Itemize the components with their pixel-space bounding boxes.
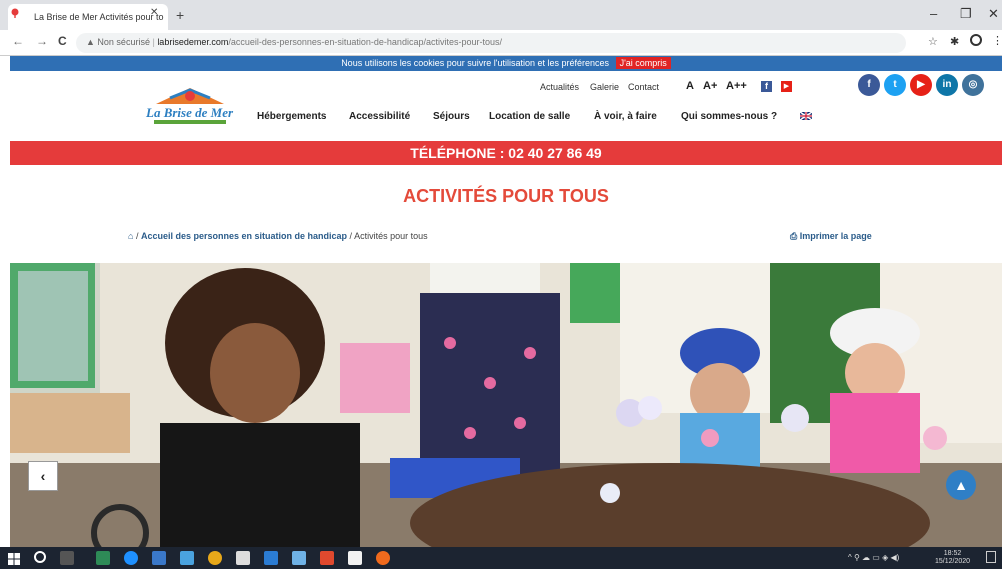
- warning-icon: ▲: [86, 37, 98, 47]
- windows-start-icon[interactable]: [8, 552, 20, 565]
- extensions-icon[interactable]: ✱: [950, 35, 959, 48]
- app-icon-6[interactable]: [348, 551, 362, 565]
- browser-tab[interactable]: La Brise de Mer Activités pour to: [8, 4, 168, 30]
- nav-a-voir-a-faire[interactable]: À voir, à faire: [594, 111, 657, 122]
- home-icon[interactable]: ⌂: [128, 231, 133, 241]
- font-size-large[interactable]: A+: [703, 80, 717, 92]
- app-icon-1[interactable]: [96, 551, 110, 565]
- profile-icon[interactable]: [970, 34, 982, 46]
- uk-flag-icon[interactable]: [800, 112, 812, 120]
- youtube-small-icon[interactable]: ▶: [781, 81, 792, 92]
- system-tray[interactable]: ^ ⚲ ☁ ▭ ◈ ◀): [848, 553, 899, 562]
- scroll-top-button[interactable]: ▲: [946, 470, 976, 500]
- menu-icon[interactable]: ⋮: [992, 34, 1002, 47]
- minimize-button[interactable]: –: [930, 6, 937, 21]
- close-tab-icon[interactable]: ✕: [150, 7, 158, 18]
- nav-actualites[interactable]: Actualités: [540, 82, 579, 92]
- page-title: ACTIVITÉS POUR TOUS: [403, 186, 609, 206]
- maximize-button[interactable]: ❐: [960, 6, 972, 22]
- hero-photo: [10, 263, 1002, 547]
- forward-button[interactable]: →: [36, 34, 48, 48]
- breadcrumb-parent[interactable]: Accueil des personnes en situation de ha…: [141, 231, 347, 241]
- facebook-small-icon[interactable]: f: [761, 81, 772, 92]
- word-icon[interactable]: [264, 551, 278, 565]
- print-button[interactable]: ⎙ Imprimer la page: [790, 231, 872, 242]
- app-icon-4[interactable]: [292, 551, 306, 565]
- nav-accessibilite[interactable]: Accessibilité: [349, 111, 410, 122]
- font-size-xlarge[interactable]: A++: [726, 80, 747, 92]
- facebook-icon[interactable]: f: [858, 74, 880, 96]
- mail-icon[interactable]: [180, 551, 194, 565]
- app-icon-2[interactable]: [152, 551, 166, 565]
- slider-prev-button[interactable]: ‹: [28, 461, 58, 491]
- clock-time: 18:52: [943, 550, 962, 557]
- url-path: /accueil-des-personnes-en-situation-de-h…: [228, 37, 502, 47]
- app-icon-5[interactable]: [320, 551, 334, 565]
- task-view-icon[interactable]: [60, 551, 74, 565]
- security-label: Non sécurisé: [97, 37, 150, 47]
- nav-sejours[interactable]: Séjours: [433, 111, 470, 122]
- nav-location-de-salle[interactable]: Location de salle: [489, 111, 570, 122]
- notifications-icon[interactable]: [986, 551, 996, 563]
- cookie-banner: Nous utilisons les cookies pour suivre l…: [10, 56, 1002, 71]
- edge-icon[interactable]: [124, 551, 138, 565]
- bookmark-star-icon[interactable]: ☆: [928, 35, 938, 48]
- clock-date: 15/12/2020: [935, 558, 971, 565]
- phone-banner[interactable]: TÉLÉPHONE : 02 40 27 86 49: [10, 141, 1002, 165]
- print-label: Imprimer la page: [799, 231, 872, 241]
- new-tab-button[interactable]: +: [176, 7, 184, 23]
- printer-icon: ⎙: [790, 231, 800, 241]
- breadcrumb-current: Activités pour tous: [354, 231, 428, 241]
- logo-text: La Brise de Mer: [146, 105, 234, 120]
- favicon-icon: [11, 8, 19, 18]
- breadcrumb: ⌂ / Accueil des personnes en situation d…: [128, 231, 428, 241]
- url-field[interactable]: ▲ Non sécurisé | labrisedemer.com/accuei…: [76, 33, 906, 53]
- font-size-normal[interactable]: A: [686, 80, 694, 92]
- nav-hebergements[interactable]: Hébergements: [257, 111, 326, 122]
- cookie-text: Nous utilisons les cookies pour suivre l…: [341, 58, 610, 68]
- app-icon-3[interactable]: [236, 551, 250, 565]
- twitter-icon[interactable]: t: [884, 74, 906, 96]
- instagram-icon[interactable]: ◎: [962, 74, 984, 96]
- nav-galerie[interactable]: Galerie: [590, 82, 619, 92]
- url-host: labrisedemer.com: [157, 37, 229, 47]
- app-icon-7[interactable]: [376, 551, 390, 565]
- nav-contact[interactable]: Contact: [628, 82, 659, 92]
- reload-button[interactable]: C: [58, 34, 67, 48]
- youtube-icon[interactable]: ▶: [910, 74, 932, 96]
- taskbar-clock[interactable]: 18:52 15/12/2020: [935, 550, 970, 566]
- back-button[interactable]: ←: [12, 34, 24, 48]
- linkedin-icon[interactable]: in: [936, 74, 958, 96]
- close-window-button[interactable]: ✕: [988, 6, 999, 22]
- cookie-accept-button[interactable]: J'ai compris: [615, 57, 671, 69]
- chrome-icon[interactable]: [208, 551, 222, 565]
- nav-qui-sommes-nous[interactable]: Qui sommes-nous ?: [681, 111, 777, 122]
- search-icon[interactable]: [34, 551, 46, 563]
